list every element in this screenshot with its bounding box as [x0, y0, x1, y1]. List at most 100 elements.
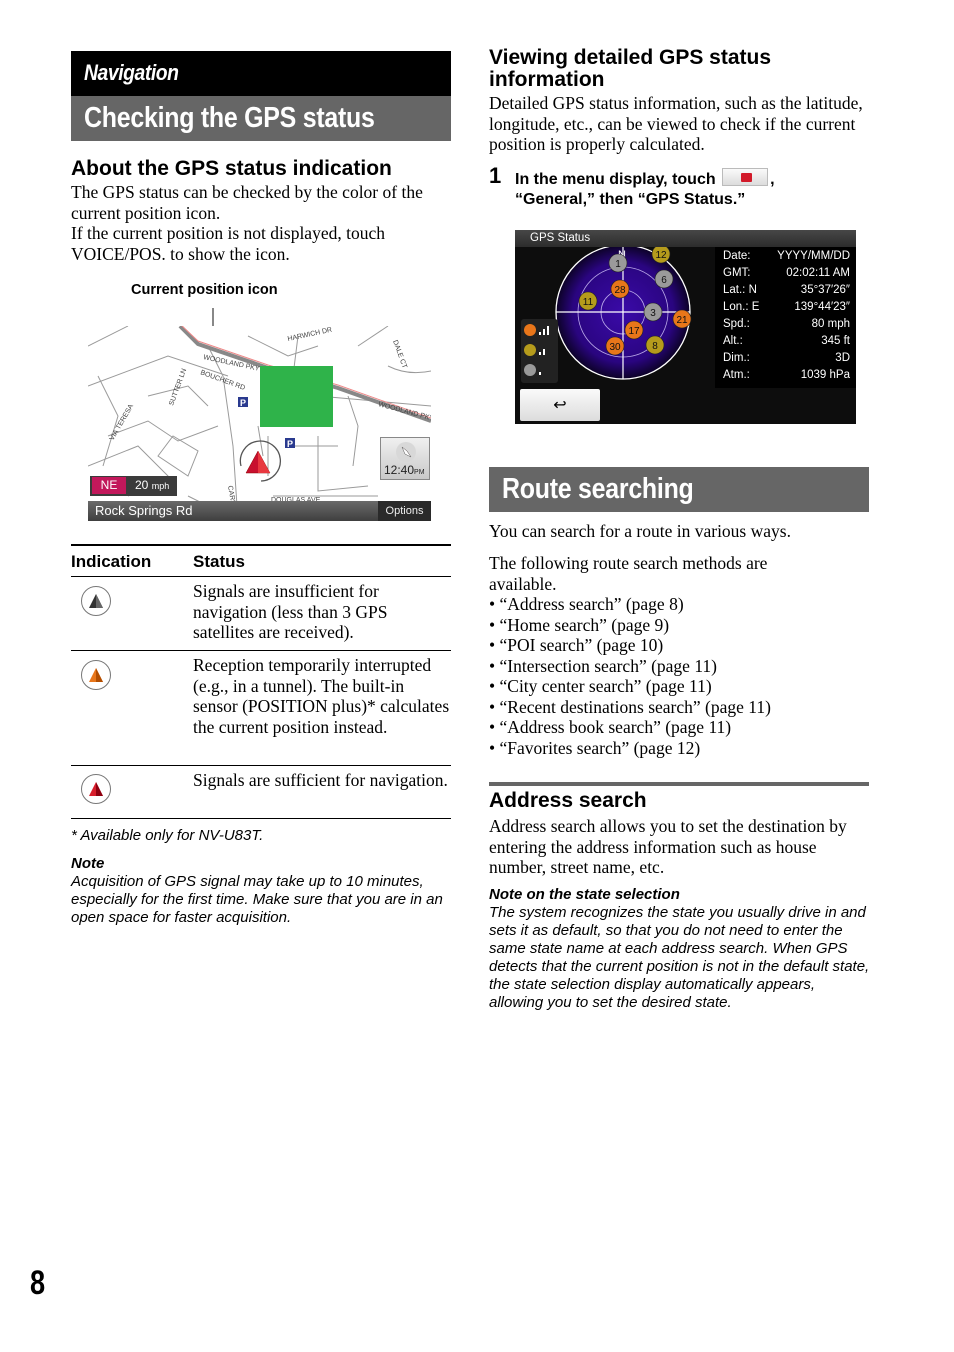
legend-dot-medium — [524, 344, 536, 356]
gps-status-screen: GPS Status N 1126281132117308 Date:YYYY/… — [515, 230, 856, 424]
satellite-id: 28 — [614, 285, 626, 296]
heading-speed-box: NE 20 mph — [90, 476, 177, 496]
route-method-item: • “Favorites search” (page 12) — [489, 737, 701, 758]
satellite-11: 11 — [578, 291, 598, 311]
route-method-item: • “Intersection search” (page 11) — [489, 655, 717, 676]
gps-info-value: 35°37′26″ — [800, 284, 850, 296]
satellite-17: 17 — [624, 320, 644, 340]
gps-info-label: Lat.: N — [723, 284, 757, 296]
satellite-id: 11 — [583, 297, 594, 308]
section-rule — [489, 782, 869, 786]
signal-strength-legend — [521, 319, 558, 383]
footnote: * Available only for NV-U83T. — [71, 827, 264, 844]
gps-info-value: 345 ft — [821, 335, 850, 347]
legend-dot-weak — [524, 364, 536, 376]
route-method-item: • “Recent destinations search” (page 11) — [489, 696, 771, 717]
note-heading: Note — [71, 855, 105, 872]
page-title: Checking the GPS status — [84, 102, 375, 134]
map-status-bar: Rock Springs Rd Options — [88, 501, 431, 521]
gps-info-value: YYYY/MM/DD — [777, 250, 850, 262]
about-heading: About the GPS status indication — [71, 157, 392, 180]
satellite-id: 21 — [676, 315, 688, 326]
column-header-indication: Indication — [71, 552, 152, 571]
note-text: Acquisition of GPS signal may take up to… — [71, 873, 443, 926]
gps-info-label: Lon.: E — [723, 301, 760, 313]
satellite-id: 30 — [609, 342, 621, 353]
gps-info-label: Alt.: — [723, 335, 743, 347]
gps-info-value: 3D — [835, 352, 850, 364]
gps-info-label: Spd.: — [723, 318, 750, 330]
satellite-id: 3 — [650, 308, 656, 319]
gps-info-value: 02:02:11 AM — [786, 267, 850, 279]
gps-info-row: GMT: 02:02:11 AM — [723, 267, 850, 284]
back-button[interactable]: ↩ — [520, 389, 600, 421]
route-method-item: • “Address book search” (page 11) — [489, 717, 732, 737]
satellite-8: 8 — [645, 335, 665, 355]
state-note-text: The system recognizes the state you usua… — [489, 904, 870, 1011]
heading-indicator: NE — [92, 477, 126, 494]
signal-bar — [543, 329, 545, 335]
satellite-30: 30 — [605, 336, 625, 356]
route-searching-title: Route searching — [502, 473, 694, 505]
position-icon-red — [81, 774, 111, 804]
position-icon-gray — [81, 586, 111, 616]
road-label: WOODLAND PKY — [377, 401, 431, 423]
section-banner-label: Navigation — [84, 60, 179, 85]
route-searching-title-bar: Route searching — [489, 467, 869, 512]
gps-info-row: Lon.: E 139°44′23″ — [723, 301, 850, 318]
options-button[interactable]: Options — [378, 501, 431, 521]
gps-info-row: Date: YYYY/MM/DD — [723, 250, 850, 267]
gps-info-label: Date: — [723, 250, 751, 262]
gps-info-value: 139°44′23″ — [794, 301, 850, 313]
gps-info-row: Dim.: 3D — [723, 352, 850, 369]
speed-readout: 20 mph — [135, 478, 170, 492]
route-methods-list: • “Address search” (page 8) • “Home searc… — [489, 594, 864, 758]
satellite-6: 6 — [654, 269, 674, 289]
satellite-12: 12 — [651, 247, 671, 264]
road-label: VIA TERESA — [109, 403, 136, 442]
compass-icon — [396, 442, 416, 462]
column-header-status: Status — [193, 552, 245, 571]
state-note-heading: Note on the state selection — [489, 886, 680, 903]
address-paragraph: Address search allows you to set the des… — [489, 816, 847, 877]
road-label: HARWICH DR — [287, 327, 333, 343]
toolbox-menu-icon — [722, 168, 769, 186]
parking-label-2: P — [287, 439, 293, 449]
legend-dot-strong — [524, 324, 536, 336]
clock-time: 12:40PM — [384, 463, 425, 477]
satellite-id: 17 — [628, 326, 640, 337]
gps-info-label: Dim.: — [723, 352, 750, 364]
satellite-id: 1 — [615, 259, 621, 270]
signal-bar — [539, 372, 541, 375]
gps-info-label: Atm.: — [723, 369, 750, 381]
satellite-28: 28 — [610, 279, 630, 299]
street-name: Rock Springs Rd — [95, 503, 193, 518]
gps-info-row: Lat.: N 35°37′26″ — [723, 284, 850, 301]
satellite-id: 6 — [661, 275, 667, 286]
status-table: Indication Status Signals are insufficie… — [71, 544, 451, 819]
parking-label: P — [240, 398, 246, 408]
gps-info-row: Alt.: 345 ft — [723, 335, 850, 352]
satellite-21: 21 — [672, 309, 692, 329]
route-intro: You can search for a route in various wa… — [489, 521, 791, 541]
gps-info-value: 1039 hPa — [800, 369, 850, 381]
gps-screen-header: GPS Status — [515, 230, 856, 247]
table-row: Signals are sufficient for navigation. — [71, 766, 451, 819]
satellite-3: 3 — [643, 302, 663, 322]
gps-info-label: GMT: — [723, 267, 751, 279]
gps-info-row: Spd.: 80 mph — [723, 318, 850, 335]
road-label: BOUCHER RD — [199, 369, 246, 392]
address-heading: Address search — [489, 789, 647, 812]
position-icon-orange — [81, 660, 111, 690]
status-text: Reception temporarily interrupted (e.g.,… — [193, 655, 450, 737]
gps-screen-title: GPS Status — [530, 232, 591, 244]
gps-info-panel: Date: YYYY/MM/DD GMT: 02:02:11 AM Lat.: N 35°… — [715, 247, 856, 388]
table-header: Indication Status — [71, 544, 451, 577]
about-paragraph-2: If the current position is not displayed… — [71, 223, 385, 264]
map-screen: P P HARWICH DR WOODLAND PKY BOUCHER RD S… — [88, 326, 431, 521]
signal-bar — [539, 352, 541, 355]
signal-bar — [539, 332, 541, 335]
viewing-paragraph: Detailed GPS status information, such as… — [489, 93, 863, 154]
status-text: Signals are sufficient for navigation. — [193, 770, 448, 790]
compass-clock-button[interactable]: 12:40PM — [380, 437, 430, 480]
